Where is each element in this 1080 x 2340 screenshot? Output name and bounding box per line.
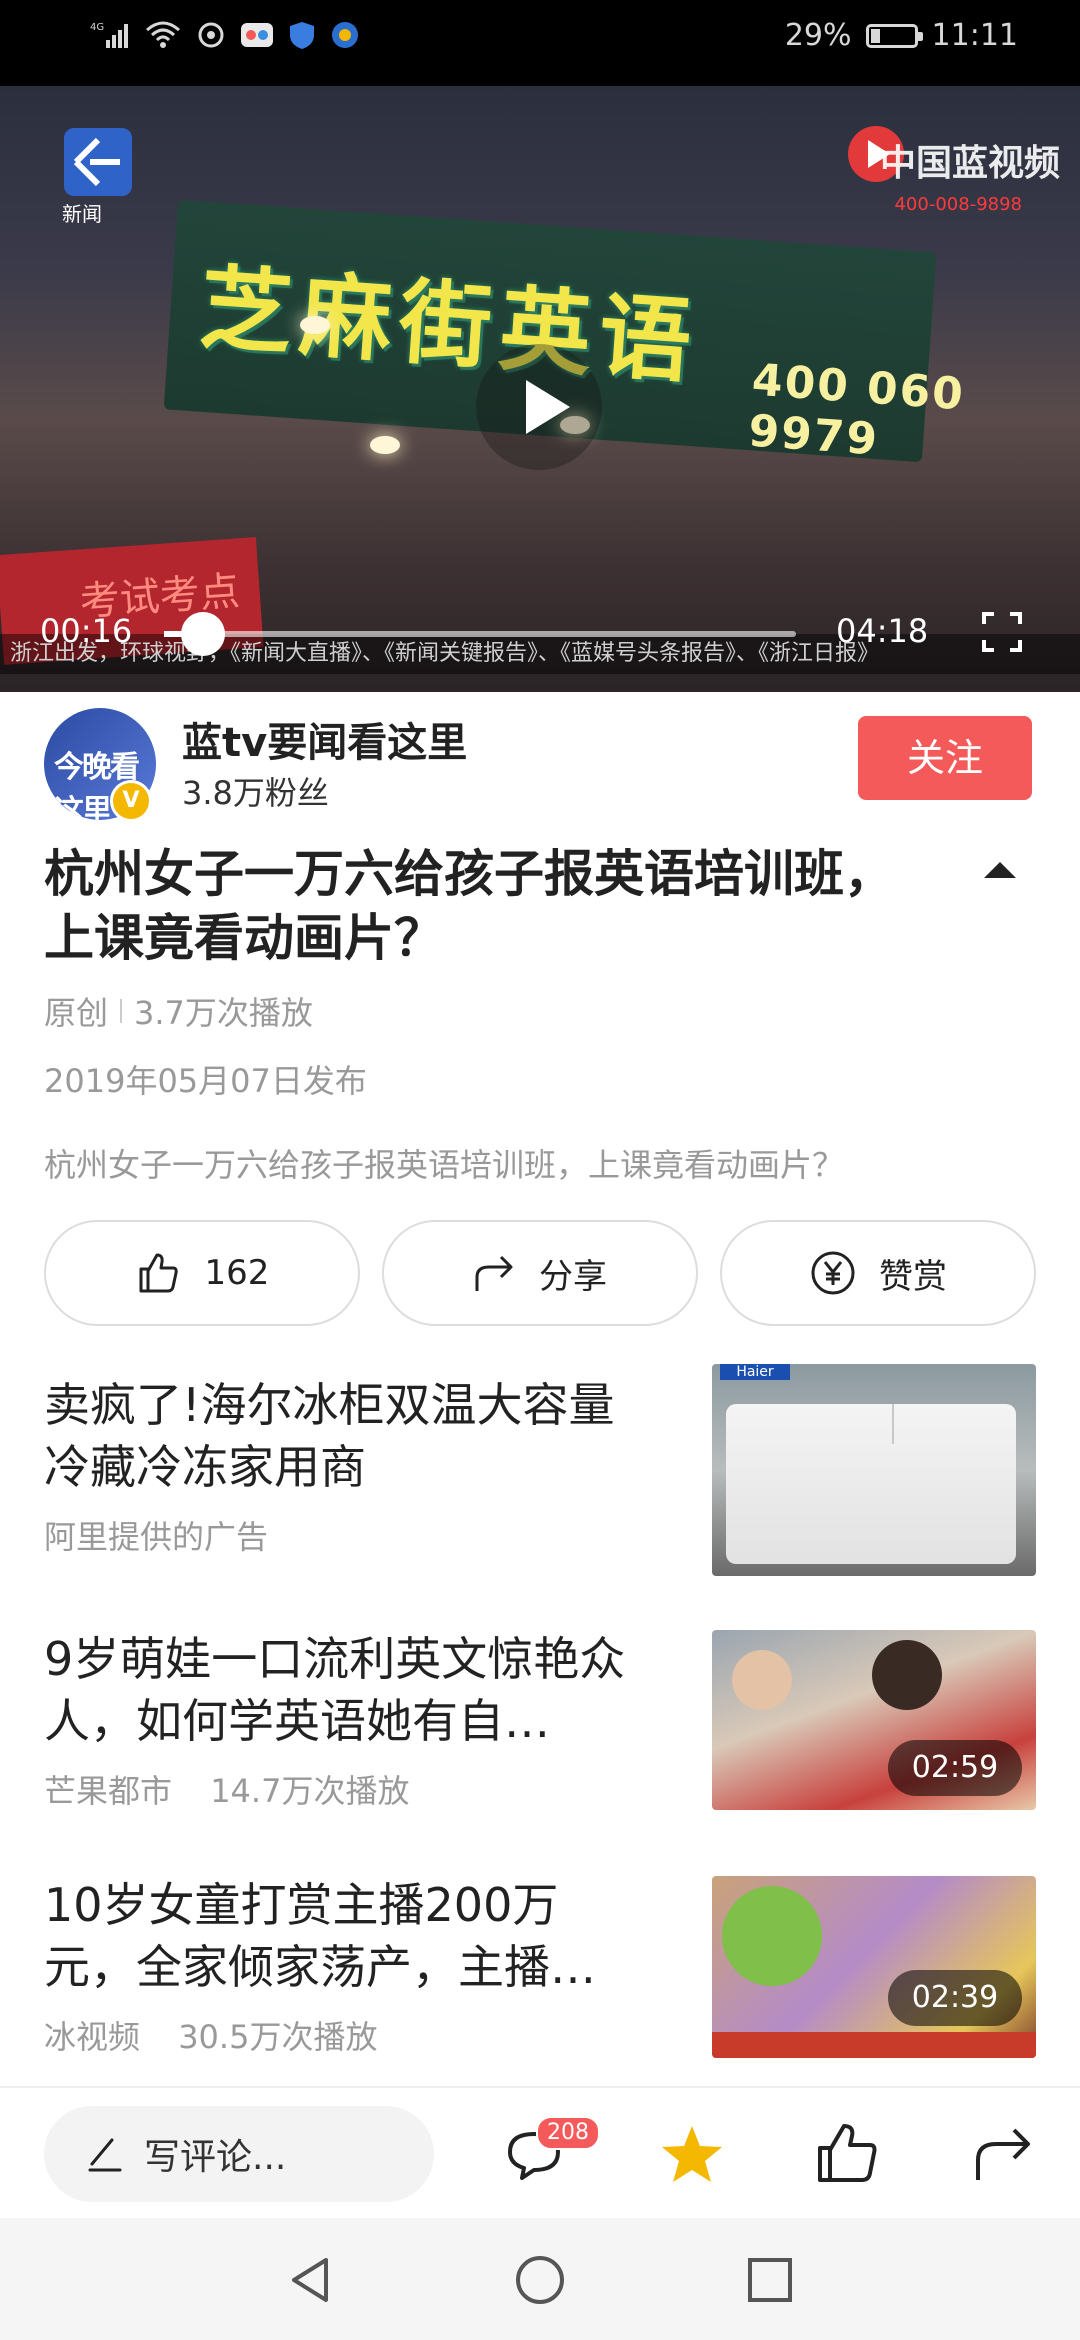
progress-bar[interactable] [164, 612, 796, 656]
watermark-sub: 400-008-9898 [894, 194, 1022, 215]
feed-source: 阿里提供的广告 [44, 1518, 269, 1556]
bottom-bar: 写评论... 208 [0, 2086, 1080, 2220]
pen-icon [88, 2138, 122, 2172]
publish-date: 2019年05月07日发布 [44, 1062, 367, 1100]
share-icon[interactable] [968, 2118, 1040, 2190]
thumb-face [732, 1650, 792, 1710]
comment-input[interactable]: 写评论... [44, 2106, 434, 2202]
like-count: 162 [204, 1253, 270, 1293]
video-duration: 02:59 [888, 1740, 1022, 1796]
thumbs-up-icon[interactable] [812, 2118, 884, 2190]
fullscreen-icon[interactable] [980, 610, 1024, 654]
thumb-face [872, 1640, 942, 1710]
video-title: 杭州女子一万六给孩子报英语培训班，上课竟看动画片？ [44, 845, 894, 967]
feed-title: 10岁女童打赏主播200万元，全家倾家荡产，主播… [44, 1878, 596, 1994]
feed-play-count: 14.7万次播放 [210, 1772, 410, 1810]
author-fans: 3.8万粉丝 [182, 774, 329, 812]
feed-play-count: 30.5万次播放 [178, 2018, 378, 2056]
shield-icon [288, 20, 316, 54]
like-button[interactable]: 162 [44, 1220, 360, 1326]
thumb-caption-strip [712, 2032, 1036, 2058]
system-nav-bar [0, 2218, 1080, 2340]
feed-thumbnail: 02:39 [712, 1876, 1036, 2058]
follow-button[interactable]: 关注 [858, 716, 1032, 800]
video-duration: 02:39 [888, 1970, 1022, 2026]
list-item[interactable]: 10岁女童打赏主播200万元，全家倾家荡产，主播… 冰视频 30.5万次播放 0… [0, 1868, 1080, 2068]
safety-app-icon [330, 20, 360, 54]
status-bar: 4G 29% 11:11 [0, 0, 1080, 86]
action-row: 162 分享 赞赏 [44, 1220, 1036, 1326]
feed-source: 冰视频 [44, 2018, 141, 2056]
collapse-arrow-icon[interactable] [984, 862, 1016, 878]
author-name[interactable]: 蓝tv要闻看这里 [182, 710, 467, 768]
share-icon [475, 1255, 513, 1291]
feed-title: 9岁萌娃一口流利英文惊艳众人，如何学英语她有自… [44, 1632, 626, 1748]
feed-title: 卖疯了!海尔冰柜双温大容量冷藏冷冻家用商 [44, 1378, 615, 1494]
comment-count-badge: 208 [536, 2116, 600, 2150]
thumb-brand: Haier [720, 1364, 790, 1380]
channel-logo-icon [64, 128, 132, 196]
watermark-text: 中国蓝视频 [879, 143, 1060, 184]
play-count: 3.7万次播放 [134, 994, 313, 1032]
thumb-cartoon [722, 1886, 822, 1986]
sync-icon [196, 20, 226, 54]
list-item[interactable]: 9岁萌娃一口流利英文惊艳众人，如何学英语她有自… 芒果都市 14.7万次播放 0… [0, 1620, 1080, 1820]
yuan-icon [811, 1251, 855, 1295]
favorite-star-icon[interactable] [656, 2118, 728, 2190]
video-description: 杭州女子一万六给孩子报英语培训班，上课竟看动画片？ [44, 1146, 845, 1184]
original-tag: 原创 [44, 994, 109, 1032]
comment-placeholder: 写评论... [144, 2137, 287, 2178]
feed-thumbnail: 02:59 [712, 1630, 1036, 1810]
recents-icon[interactable] [742, 2252, 798, 2308]
video-player[interactable]: 芝麻街英语 400 060 9979 考试考点 新闻 中国蓝视频 400-008… [0, 86, 1080, 692]
battery-icon [865, 23, 923, 48]
thumbs-up-icon [139, 1253, 178, 1293]
reward-button[interactable]: 赞赏 [720, 1220, 1036, 1326]
video-meta: 原创 3.7万次播放 [44, 988, 313, 1034]
feed-meta: 冰视频 30.5万次播放 [44, 2012, 377, 2058]
signal-icon: 4G [90, 20, 130, 54]
battery-percent: 29% [784, 18, 852, 53]
progress-knob[interactable] [181, 612, 226, 656]
current-time: 00:16 [40, 612, 133, 650]
author-row: 今晚看这里 V 蓝tv要闻看这里 3.8万粉丝 关注 [0, 692, 1080, 832]
scene-light [370, 436, 400, 454]
status-left-icons: 4G [90, 20, 360, 54]
freezer-image [726, 1404, 1016, 1564]
scene-sign-phone: 400 060 9979 [746, 354, 967, 466]
verified-badge: V [110, 780, 152, 822]
clock: 11:11 [931, 18, 1018, 53]
share-label: 分享 [539, 1256, 607, 1297]
freezer-seam [892, 1404, 894, 1444]
total-time: 04:18 [836, 612, 929, 650]
back-icon[interactable] [282, 2252, 338, 2308]
svg-text:4G: 4G [90, 22, 104, 33]
list-item[interactable]: 卖疯了!海尔冰柜双温大容量冷藏冷冻家用商 阿里提供的广告 Haier [0, 1360, 1080, 1580]
feed-source: 芒果都市 [44, 1772, 173, 1810]
share-button[interactable]: 分享 [382, 1220, 698, 1326]
wifi-icon [144, 20, 182, 54]
reward-label: 赞赏 [879, 1256, 947, 1297]
play-button[interactable] [476, 344, 602, 470]
feed-meta: 芒果都市 14.7万次播放 [44, 1766, 409, 1812]
scene-light [300, 316, 330, 334]
app-notification-icon [240, 20, 274, 54]
meta-divider [120, 999, 123, 1023]
home-icon[interactable] [512, 2252, 568, 2308]
channel-logo-text: 新闻 [62, 202, 102, 226]
feed-thumbnail: Haier [712, 1364, 1036, 1576]
status-right: 29% 11:11 [785, 18, 1018, 53]
